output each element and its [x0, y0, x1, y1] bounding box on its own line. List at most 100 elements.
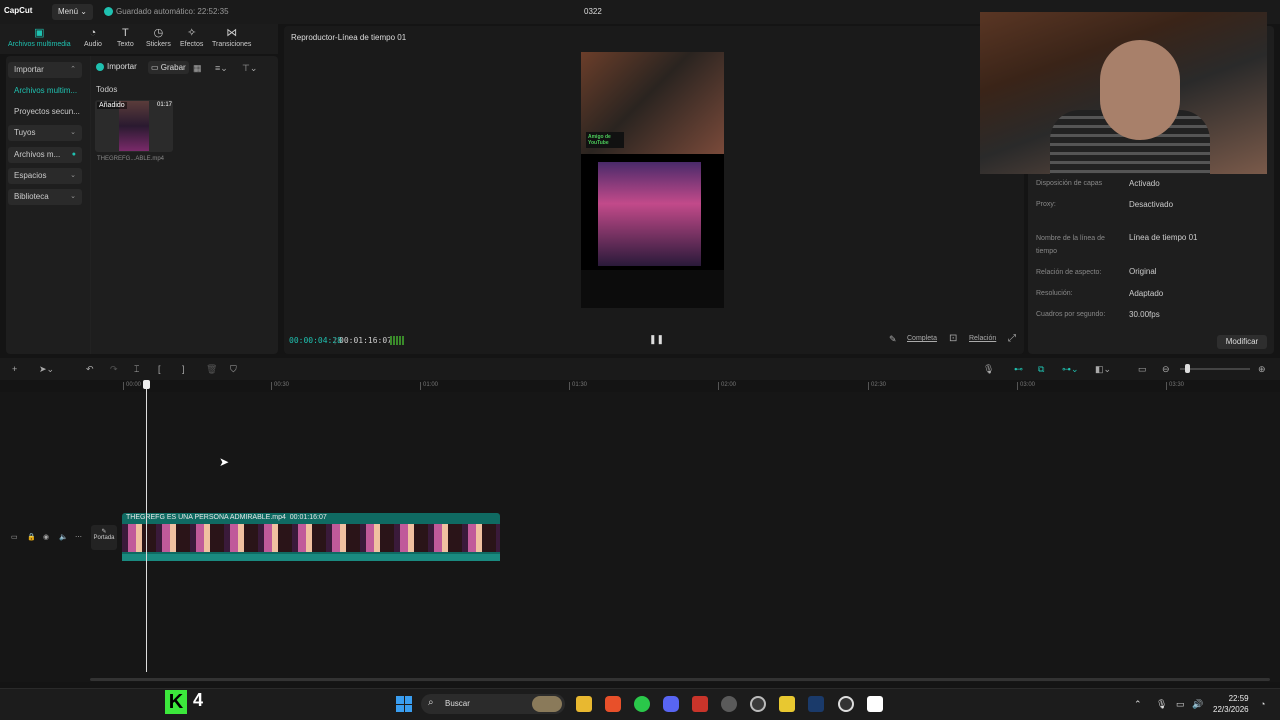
split-icon[interactable]: ⌶: [134, 364, 139, 375]
sidebar-item-yours[interactable]: Tuyos ⌄: [8, 125, 82, 141]
sidebar-item-files[interactable]: Archivos m... ●: [8, 147, 82, 163]
volume-tray-icon[interactable]: 🔊: [1192, 699, 1203, 710]
zoom-in-icon[interactable]: ⊕: [1258, 364, 1266, 375]
record-button[interactable]: ▭ Grabar: [148, 61, 189, 74]
modify-button[interactable]: Modificar: [1217, 335, 1267, 349]
snap-icon[interactable]: ⧉: [1038, 364, 1044, 375]
video-bottom-frame: [581, 270, 724, 308]
obs-icon[interactable]: [750, 696, 766, 712]
playhead-handle[interactable]: [143, 380, 150, 389]
horizontal-scrollbar[interactable]: [90, 678, 1270, 681]
brave-browser-icon[interactable]: [605, 696, 621, 712]
clip-frames: [122, 524, 500, 552]
lock-icon[interactable]: 🔒: [27, 533, 36, 541]
editor-icon[interactable]: [779, 696, 795, 712]
zoom-slider[interactable]: [1180, 368, 1250, 370]
link-icon: ●: [71, 151, 76, 158]
playhead[interactable]: [146, 382, 147, 672]
tool-tabs: ▣ Archivos multimedia ◔ Audio T Texto ◷ Stic…: [0, 24, 278, 54]
steam-icon[interactable]: [808, 696, 824, 712]
total-time: 00:01:16:07: [339, 336, 392, 345]
video-inner-frame: [598, 162, 701, 266]
ruler-tick: 03:00: [1016, 382, 1036, 390]
tray-expand-icon[interactable]: ⌃: [1134, 699, 1142, 710]
settings-icon[interactable]: [721, 696, 737, 712]
crop-icon[interactable]: ⊡: [949, 333, 957, 344]
audio-meter-icon: [390, 336, 404, 345]
clip-label: THEGREFG ES UNA PERSONA ADMIRABLE.mp4 00…: [126, 514, 327, 521]
zoom-slider-handle[interactable]: [1185, 364, 1190, 373]
timeline-toolbar: [0, 358, 1280, 380]
chevron-down-icon: ⌄: [70, 193, 76, 200]
tab-stickers[interactable]: ◷ Stickers: [146, 27, 171, 48]
redo-icon[interactable]: ↷: [110, 364, 118, 375]
search-icon: ⌕: [428, 697, 434, 708]
volume-icon[interactable]: 🔈: [59, 533, 68, 541]
ruler-tick: 02:30: [867, 382, 887, 390]
zoom-out-icon[interactable]: ⊖: [1162, 364, 1170, 375]
tab-effects[interactable]: ✧ Efectos: [180, 27, 203, 48]
webcam-face: [1100, 40, 1180, 140]
discord-icon[interactable]: [663, 696, 679, 712]
prop-label-proxy: Proxy:: [1036, 201, 1056, 208]
sidebar-item-projects[interactable]: Proyectos secun...: [8, 104, 82, 120]
prop-label-timeline-name: Nombre de la línea de tiempo: [1036, 235, 1105, 255]
widget-icon[interactable]: [532, 696, 562, 712]
preview-icon[interactable]: ▭: [1138, 364, 1147, 375]
complete-button[interactable]: Completa: [907, 335, 937, 342]
import-button[interactable]: Importar: [96, 62, 137, 74]
app-logo: CapCut: [4, 6, 33, 15]
pause-button[interactable]: ❚❚: [649, 334, 664, 345]
ruler-tick: 01:00: [419, 382, 439, 390]
windows-start-icon[interactable]: [396, 696, 412, 712]
prop-value-proxy[interactable]: Desactivado: [1129, 200, 1173, 209]
notification-icon[interactable]: ◔: [1260, 699, 1265, 709]
network-icon[interactable]: ▭: [1176, 699, 1185, 710]
tab-audio[interactable]: ◔ Audio: [84, 27, 102, 48]
voicemeeter-icon[interactable]: [692, 696, 708, 712]
sidebar-item-media[interactable]: Archivos multim...: [8, 83, 82, 99]
magnet-icon[interactable]: ⊶⌄: [1062, 364, 1079, 375]
tab-transitions[interactable]: ⋈ Transiciones: [212, 27, 251, 48]
sidebar-item-import[interactable]: Importar ⌃: [8, 62, 82, 78]
overlay-number: 4: [193, 690, 204, 710]
media-player-icon[interactable]: [838, 696, 854, 712]
kick-overlay: Amigo de YouTube: [586, 132, 624, 148]
delete-icon[interactable]: 🗑: [206, 364, 217, 375]
filter-icon[interactable]: ⊤⌄: [242, 63, 257, 74]
prop-label-aspect: Relación de aspecto:: [1036, 269, 1102, 276]
trim-right-icon[interactable]: ]: [182, 364, 185, 374]
select-tool-icon[interactable]: ➤⌄: [39, 364, 54, 375]
cover-button[interactable]: ✎ Portada: [91, 525, 117, 550]
text-icon: T: [122, 27, 129, 39]
undo-icon[interactable]: ↶: [86, 364, 94, 375]
microphone-icon[interactable]: 🎙: [983, 364, 994, 375]
menu-button[interactable]: Menú ⌄: [52, 4, 93, 20]
prop-label-resolution: Resolución:: [1036, 290, 1073, 297]
link-clips-icon[interactable]: ⊷: [1014, 364, 1023, 375]
trim-left-icon[interactable]: [: [158, 364, 161, 374]
file-explorer-icon[interactable]: [576, 696, 592, 712]
sidebar-item-library[interactable]: Biblioteca ⌄: [8, 189, 82, 205]
save-status: Guardado automático: 22:52:35: [116, 7, 229, 16]
add-icon[interactable]: +: [12, 364, 17, 374]
whatsapp-icon[interactable]: [634, 696, 650, 712]
sidebar-item-spaces[interactable]: Espacios ⌄: [8, 168, 82, 184]
fullscreen-icon[interactable]: ⤢: [1008, 333, 1016, 344]
eye-icon[interactable]: ◉: [43, 533, 49, 541]
taskbar-clock[interactable]: 22:59 22/3/2026: [1213, 693, 1249, 715]
tab-media[interactable]: ▣ Archivos multimedia: [8, 27, 71, 48]
sort-icon[interactable]: ≡⌄: [215, 63, 228, 74]
tray-mic-icon[interactable]: 🎙: [1156, 699, 1167, 710]
edit-icon[interactable]: ✎: [889, 334, 897, 345]
more-icon[interactable]: ⋯: [75, 533, 82, 541]
track-thumbnail-icon[interactable]: ▭: [11, 533, 18, 541]
grid-view-icon[interactable]: ▦: [193, 63, 202, 74]
split-view-icon[interactable]: ◧⌄: [1095, 364, 1111, 375]
player-title: Reproductor-Línea de tiempo 01: [291, 33, 407, 42]
prop-value-timeline-name: Línea de tiempo 01: [1129, 233, 1198, 242]
shield-icon[interactable]: ⛉: [230, 364, 237, 375]
ratio-button[interactable]: Relación: [969, 335, 996, 342]
tab-text[interactable]: T Texto: [117, 27, 134, 48]
capcut-taskbar-icon[interactable]: [867, 696, 883, 712]
